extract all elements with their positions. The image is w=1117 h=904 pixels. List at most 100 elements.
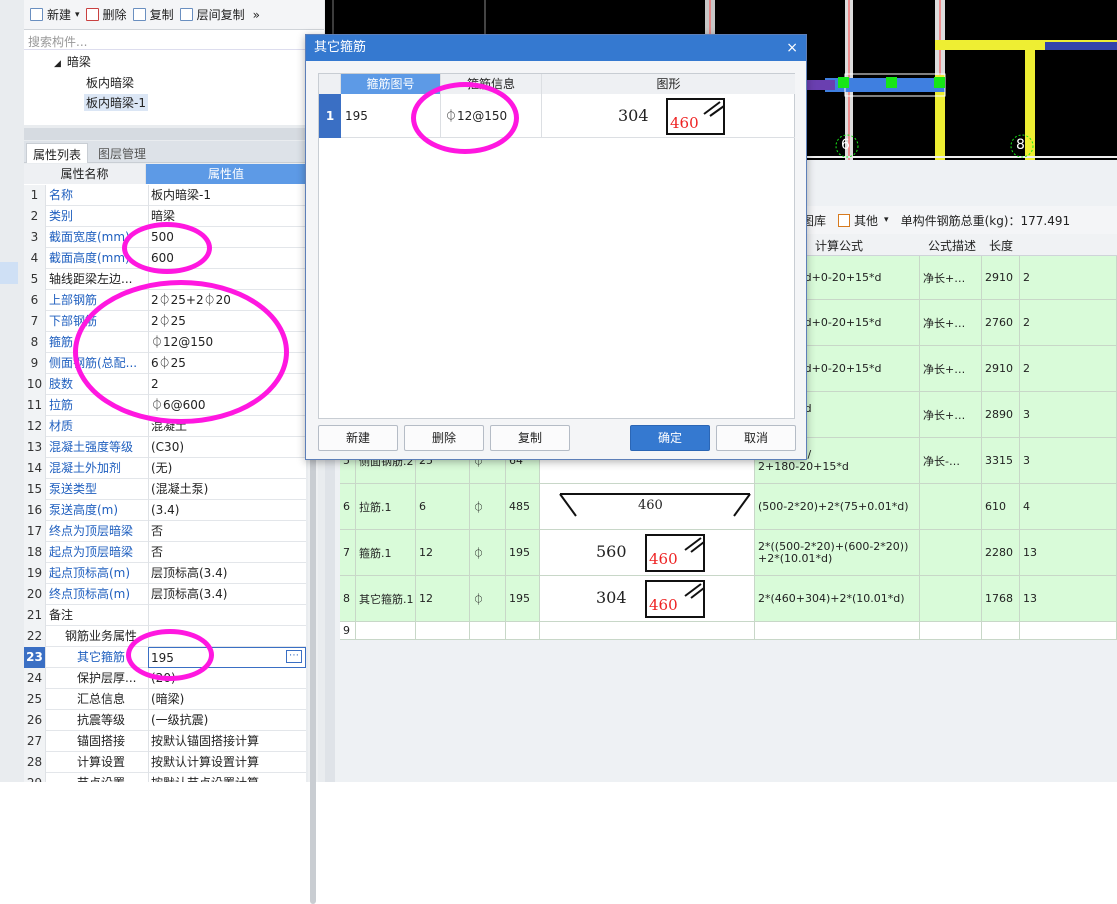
property-value[interactable]: 板内暗梁-1: [148, 185, 306, 206]
annotation-circle: [122, 222, 212, 274]
cell-desc: [920, 576, 982, 621]
cell-grade: ⏀: [470, 484, 506, 529]
property-value[interactable]: (无): [148, 458, 306, 479]
row-index: 11: [24, 395, 46, 416]
table-row[interactable]: 8 其它箍筋.1 12 ⏀ 195 2*(460+304)+2*(10.01*d) 1768…: [340, 576, 1117, 622]
property-name: 保护层厚...: [77, 671, 137, 685]
col-shape-header: 图形: [542, 74, 795, 94]
ok-button[interactable]: 确定: [630, 425, 710, 451]
property-row[interactable]: 27 锚固搭接 按默认锚固搭接计算: [24, 731, 306, 752]
row-index: 10: [24, 374, 46, 395]
row-index: 25: [24, 689, 46, 710]
cell-name: [356, 622, 416, 639]
tree-item-selected[interactable]: 板内暗梁-1: [84, 94, 148, 111]
property-value[interactable]: (暗梁): [148, 689, 306, 710]
cell-name: 拉筋.1: [356, 484, 416, 529]
cell-length: 2280: [982, 530, 1020, 575]
other-stirrup-dialog: 其它箍筋 × 箍筋图号 箍筋信息 图形 1 195 ⏀12@150 304 46…: [305, 34, 807, 460]
row-index: 7: [24, 311, 46, 332]
property-value[interactable]: (3.4): [148, 500, 306, 521]
tree-root[interactable]: ◢ 暗梁: [54, 53, 91, 70]
panel-tabs: 属性列表 图层管理: [24, 141, 324, 163]
cell-desc: 净长+…: [920, 346, 982, 391]
col-formula-header: 计算公式: [815, 239, 864, 253]
copy-button[interactable]: 复制: [132, 4, 174, 26]
property-row[interactable]: 25 汇总信息 (暗梁): [24, 689, 306, 710]
property-value[interactable]: 否: [148, 521, 306, 542]
expand-icon[interactable]: ◢: [54, 59, 61, 69]
cell-formula: 2*(460+304)+2*(10.01*d): [755, 576, 920, 621]
property-row[interactable]: 29节点设置按默认节点设置计算: [24, 773, 306, 782]
dialog-title-bar[interactable]: 其它箍筋 ×: [306, 35, 806, 61]
property-row[interactable]: 19 起点顶标高(m) 层顶标高(3.4): [24, 563, 306, 584]
tree-item[interactable]: 板内暗梁: [86, 74, 134, 91]
property-name: 计算设置: [77, 755, 126, 769]
property-value[interactable]: [148, 605, 306, 626]
close-icon[interactable]: ×: [786, 35, 798, 61]
cell-desc: 净长-…: [920, 438, 982, 483]
property-row[interactable]: 20 终点顶标高(m) 层顶标高(3.4): [24, 584, 306, 605]
property-row[interactable]: 18 起点为顶层暗梁否: [24, 542, 306, 563]
property-value[interactable]: 按默认计算设置计算: [148, 752, 306, 773]
property-row[interactable]: 16 泵送高度(m) (3.4): [24, 500, 306, 521]
copy-button[interactable]: 复制: [490, 425, 570, 451]
property-name: 类别: [49, 209, 74, 223]
property-name: 节点设置: [49, 773, 145, 782]
property-value[interactable]: 按默认节点设置计算: [148, 773, 306, 782]
row-index: 9: [24, 353, 46, 374]
cell-desc: [920, 484, 982, 529]
property-value[interactable]: (一级抗震): [148, 710, 306, 731]
property-row[interactable]: 21 备注: [24, 605, 306, 626]
property-row[interactable]: 17 终点为顶层暗梁否: [24, 521, 306, 542]
property-row[interactable]: 1 名称 板内暗梁-1: [24, 185, 306, 206]
row-index: 23: [24, 647, 46, 668]
search-input[interactable]: 搜索构件...: [24, 30, 324, 50]
row-index: 19: [24, 563, 46, 584]
dropdown-arrow-icon[interactable]: ▾: [884, 215, 889, 225]
cell-code: 195: [506, 530, 540, 575]
shape-width-label: 560: [596, 542, 627, 561]
property-row[interactable]: 13 混凝土强度等级 (C30): [24, 437, 306, 458]
floor-copy-button[interactable]: 层间复制: [179, 4, 245, 26]
property-value[interactable]: 层顶标高(3.4): [148, 584, 306, 605]
tab-properties[interactable]: 属性列表: [26, 143, 89, 163]
property-value[interactable]: 层顶标高(3.4): [148, 563, 306, 584]
row-index: 18: [24, 542, 46, 563]
floor-copy-icon: [179, 8, 193, 21]
cancel-button[interactable]: 取消: [716, 425, 796, 451]
new-button[interactable]: 新建 ▾: [30, 4, 80, 26]
property-row[interactable]: 26 抗震等级 (一级抗震): [24, 710, 306, 731]
row-index: 8: [24, 332, 46, 353]
property-row[interactable]: 15 泵送类型 (混凝土泵): [24, 479, 306, 500]
row-index: 27: [24, 731, 46, 752]
row-index[interactable]: 1: [319, 94, 341, 138]
more-button[interactable]: »: [253, 4, 260, 26]
cell-desc: 净长+…: [920, 256, 982, 299]
cell-formula: (500-2*20)+2*(75+0.01*d): [755, 484, 920, 529]
table-row[interactable]: 9: [340, 622, 1117, 640]
stirrup-shape-cell[interactable]: 304 460: [542, 94, 795, 138]
property-row[interactable]: 14 混凝土外加剂 (无): [24, 458, 306, 479]
property-value[interactable]: 否: [148, 542, 306, 563]
property-name: 混凝土外加剂: [49, 461, 122, 475]
property-value[interactable]: (C30): [148, 437, 306, 458]
property-value[interactable]: (混凝土泵): [148, 479, 306, 500]
property-name: 起点为顶层暗梁: [49, 545, 134, 559]
property-row[interactable]: 28 计算设置 按默认计算设置计算: [24, 752, 306, 773]
splitter[interactable]: [24, 128, 324, 140]
cell-count: 13: [1020, 530, 1117, 575]
delete-button[interactable]: 删除: [85, 4, 127, 26]
cell-length: 2760: [982, 300, 1020, 345]
table-row[interactable]: 7 箍筋.1 12 ⏀ 195 2*((500-2*20)+(600-2*20)) +2*…: [340, 530, 1117, 576]
cell-desc: 净长+…: [920, 392, 982, 437]
cell-count: 13: [1020, 576, 1117, 621]
cell-count: 2: [1020, 300, 1117, 345]
other-button[interactable]: 其他: [854, 212, 878, 229]
total-weight: 单构件钢筋总重(kg)：177.491: [900, 213, 1071, 228]
delete-button[interactable]: 删除: [404, 425, 484, 451]
new-button[interactable]: 新建: [318, 425, 398, 451]
property-value[interactable]: 按默认锚固搭接计算: [148, 731, 306, 752]
table-row[interactable]: 6 拉筋.1 6 ⏀ 485 (500-2*20)+2*(75+0.01*d) 610 4 46…: [340, 484, 1117, 530]
row-index: 26: [24, 710, 46, 731]
tab-layers[interactable]: 图层管理: [92, 143, 152, 163]
